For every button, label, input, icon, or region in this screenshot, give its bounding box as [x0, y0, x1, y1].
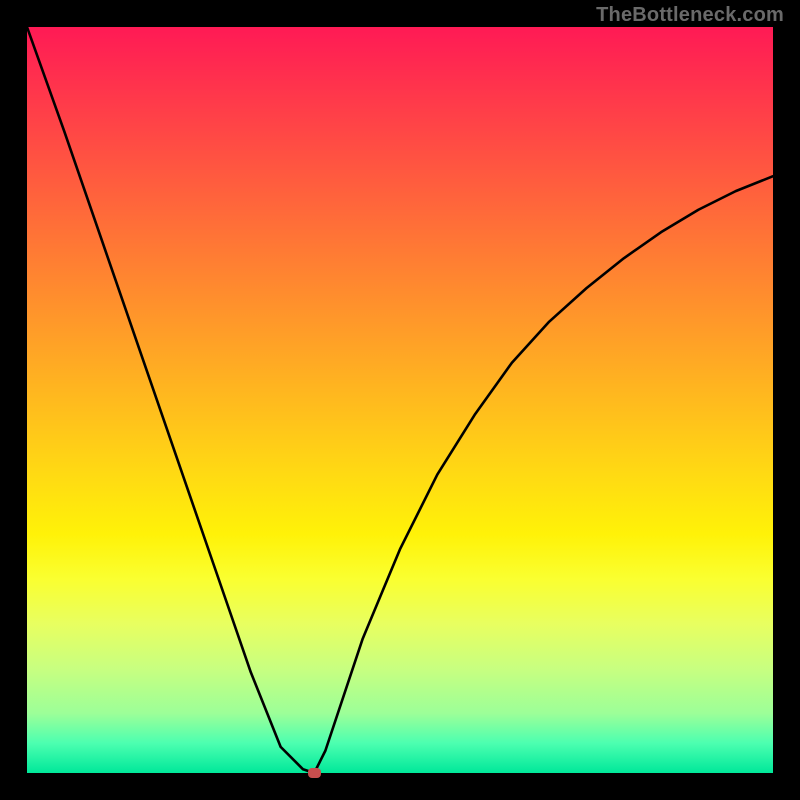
chart-frame: TheBottleneck.com	[0, 0, 800, 800]
watermark-text: TheBottleneck.com	[596, 4, 784, 27]
curve-svg	[27, 27, 773, 773]
optimal-point-marker	[308, 768, 321, 778]
bottleneck-curve-path	[27, 27, 773, 773]
plot-area	[27, 27, 773, 773]
